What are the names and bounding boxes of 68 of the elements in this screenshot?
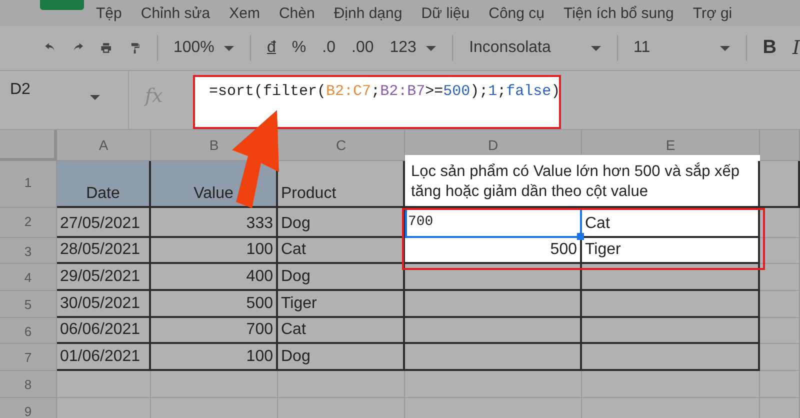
table-cell: [760, 208, 800, 238]
row-header[interactable]: 9: [0, 398, 57, 418]
caret-icon: [426, 46, 436, 50]
row-header[interactable]: 6: [0, 318, 57, 344]
logo-icon: [40, 0, 84, 10]
table-cell: 700: [405, 208, 582, 238]
fill-handle[interactable]: [577, 233, 584, 240]
menu-item[interactable]: Chèn: [278, 4, 315, 22]
table-cell: [760, 318, 800, 344]
table-cell: [760, 264, 800, 291]
table-cell: [760, 161, 800, 208]
table-cell: 27/05/2021: [57, 208, 151, 238]
table-cell: [760, 238, 800, 264]
table-cell: 100: [151, 238, 278, 264]
column-header[interactable]: C: [278, 130, 405, 161]
table-cell: Cat: [278, 318, 405, 344]
italic-button[interactable]: I: [792, 37, 800, 59]
caret-icon: [590, 46, 601, 50]
menu-item[interactable]: Dữ liệu: [421, 4, 470, 22]
formula-field[interactable]: =sort(filter(B2:C7;B2:B7>=500);1;false): [193, 75, 561, 129]
table-cell: 500: [151, 291, 278, 318]
table-cell: 01/06/2021: [57, 344, 151, 371]
menu-item[interactable]: Xem: [229, 4, 260, 22]
table-cell: 30/05/2021: [57, 291, 151, 318]
menu-item[interactable]: Tiện ích bổ sung: [563, 4, 674, 22]
table-cell: 28/05/2021: [57, 238, 151, 264]
increase-decimal-button[interactable]: .00: [352, 39, 374, 57]
menu-item[interactable]: Công cụ: [488, 4, 544, 22]
row-header[interactable]: 5: [0, 291, 57, 318]
row-header[interactable]: 4: [0, 264, 57, 291]
table-cell: 400: [151, 264, 278, 291]
table-cell: Dog: [278, 264, 405, 291]
row-header[interactable]: 7: [0, 344, 57, 371]
table-cell: Dog: [278, 344, 405, 371]
table-cell: 333: [151, 208, 278, 238]
row-header[interactable]: 8: [0, 371, 57, 398]
row-header[interactable]: 1: [0, 161, 57, 208]
column-header[interactable]: A: [57, 130, 151, 161]
caret-icon: [90, 95, 100, 100]
decrease-decimal-button[interactable]: .0: [322, 39, 336, 57]
row-header[interactable]: 3: [0, 238, 57, 264]
menu-item[interactable]: Định dạng: [334, 4, 402, 22]
table-cell: Date: [57, 161, 151, 208]
currency-button[interactable]: đ: [267, 39, 276, 57]
table-cell: 06/06/2021: [57, 318, 151, 344]
bold-button[interactable]: B: [762, 37, 776, 59]
menu-item[interactable]: Trợ gi: [692, 4, 732, 22]
zoom-dropdown[interactable]: 100%: [173, 39, 234, 57]
table-cell: [760, 291, 800, 318]
table-cell: [760, 371, 800, 398]
percent-button[interactable]: %: [292, 39, 306, 57]
table-cell: Tiger: [278, 291, 405, 318]
table-cell: 29/05/2021: [57, 264, 151, 291]
font-dropdown[interactable]: Inconsolata: [469, 39, 601, 57]
table-cell: 100: [151, 344, 278, 371]
menu-item[interactable]: Chỉnh sửa: [140, 4, 210, 22]
row-header[interactable]: 2: [0, 208, 57, 238]
caret-icon: [224, 46, 234, 50]
menu-item[interactable]: Tệp: [96, 4, 122, 22]
caret-icon: [720, 46, 730, 50]
number-format-dropdown[interactable]: 123: [390, 39, 436, 57]
name-box[interactable]: D2: [0, 71, 129, 129]
table-cell: Cat: [582, 208, 760, 238]
table-cell: 500: [405, 238, 582, 264]
table-cell: 700: [151, 318, 278, 344]
table-cell: Tiger: [582, 238, 760, 264]
font-size-dropdown[interactable]: 11: [634, 39, 730, 57]
table-cell: [760, 344, 800, 371]
